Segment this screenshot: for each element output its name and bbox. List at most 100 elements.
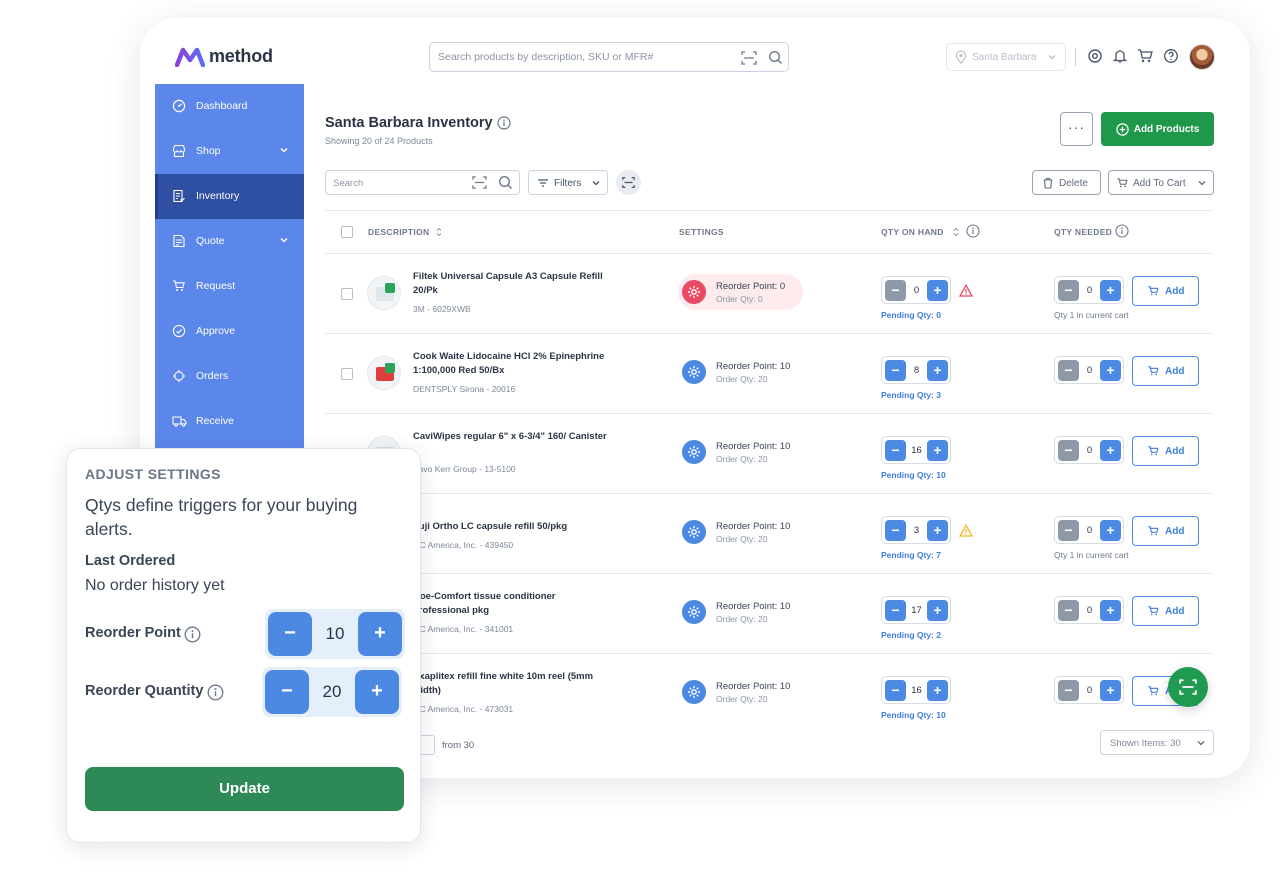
reorder-settings-button[interactable]: Reorder Point: 10 Order Qty: 20 bbox=[678, 514, 803, 550]
product-name[interactable]: Coe-Comfort tissue conditioner professio… bbox=[413, 590, 613, 618]
info-icon[interactable] bbox=[184, 626, 201, 643]
sort-icon[interactable] bbox=[952, 226, 960, 238]
sidebar-item-shop[interactable]: Shop bbox=[155, 129, 304, 174]
reorder-settings-button[interactable]: Reorder Point: 10 Order Qty: 20 bbox=[678, 674, 803, 710]
shown-items-select[interactable]: Shown Items: 30 bbox=[1100, 730, 1214, 755]
product-name[interactable]: Filtek Universal Capsule A3 Capsule Refi… bbox=[413, 270, 613, 298]
decrement-button[interactable]: − bbox=[1058, 440, 1079, 461]
barcode-scan-icon[interactable] bbox=[741, 50, 757, 66]
qty-value[interactable]: 16 bbox=[906, 685, 927, 696]
location-select[interactable]: Santa Barbara bbox=[946, 43, 1066, 71]
product-name[interactable]: CaviWipes regular 6" x 6-3/4" 160/ Canis… bbox=[413, 430, 613, 444]
update-button[interactable]: Update bbox=[85, 767, 404, 811]
decrement-button[interactable]: − bbox=[1058, 360, 1079, 381]
decrement-button[interactable]: − bbox=[885, 280, 906, 301]
add-to-cart-row-button[interactable]: Add bbox=[1132, 436, 1199, 466]
product-name[interactable]: Exaplitex refill fine white 10m reel (5m… bbox=[413, 670, 613, 698]
scan-button[interactable] bbox=[616, 170, 641, 195]
product-name[interactable]: Fuji Ortho LC capsule refill 50/pkg bbox=[413, 520, 613, 534]
qty-value[interactable]: 0 bbox=[1079, 525, 1100, 536]
increment-button[interactable]: + bbox=[927, 520, 948, 541]
product-name[interactable]: Cook Waite Lidocaine HCl 2% Epinephrine … bbox=[413, 350, 613, 378]
reorder-point-value[interactable]: 10 bbox=[312, 624, 358, 644]
user-avatar[interactable] bbox=[1189, 44, 1215, 70]
decrement-button[interactable]: − bbox=[885, 600, 906, 621]
decrement-button[interactable]: − bbox=[885, 680, 906, 701]
sidebar-item-receive[interactable]: Receive bbox=[155, 399, 304, 444]
increment-button[interactable]: + bbox=[1100, 280, 1121, 301]
decrement-button[interactable]: − bbox=[268, 612, 312, 656]
qty-value[interactable]: 16 bbox=[906, 445, 927, 456]
decrement-button[interactable]: − bbox=[885, 520, 906, 541]
qty-value[interactable]: 0 bbox=[906, 285, 927, 296]
increment-button[interactable]: + bbox=[1100, 360, 1121, 381]
select-all-checkbox[interactable] bbox=[341, 226, 353, 238]
decrement-button[interactable]: − bbox=[885, 360, 906, 381]
inventory-search-input[interactable]: Search bbox=[325, 170, 520, 195]
decrement-button[interactable]: − bbox=[265, 670, 309, 714]
increment-button[interactable]: + bbox=[927, 280, 948, 301]
barcode-scan-icon[interactable] bbox=[472, 175, 487, 190]
sidebar-item-request[interactable]: Request bbox=[155, 264, 304, 309]
sidebar-item-inventory[interactable]: Inventory bbox=[155, 174, 304, 219]
decrement-button[interactable]: − bbox=[1058, 600, 1079, 621]
filters-button[interactable]: Filters bbox=[528, 170, 608, 195]
qty-value[interactable]: 8 bbox=[906, 365, 927, 376]
decrement-button[interactable]: − bbox=[1058, 280, 1079, 301]
qty-value[interactable]: 0 bbox=[1079, 445, 1100, 456]
increment-button[interactable]: + bbox=[927, 600, 948, 621]
increment-button[interactable]: + bbox=[927, 680, 948, 701]
info-icon[interactable] bbox=[966, 224, 980, 238]
qty-value[interactable]: 0 bbox=[1079, 285, 1100, 296]
qty-value[interactable]: 0 bbox=[1079, 605, 1100, 616]
qty-value[interactable]: 0 bbox=[1079, 685, 1100, 696]
reorder-quantity-value[interactable]: 20 bbox=[309, 682, 355, 702]
column-qty-on-hand[interactable]: QTY ON HAND bbox=[881, 227, 944, 237]
add-to-cart-row-button[interactable]: Add bbox=[1132, 356, 1199, 386]
sort-icon[interactable] bbox=[435, 226, 443, 238]
decrement-button[interactable]: − bbox=[885, 440, 906, 461]
search-icon[interactable] bbox=[768, 50, 783, 65]
reorder-settings-button[interactable]: Reorder Point: 10 Order Qty: 20 bbox=[678, 354, 803, 390]
add-products-button[interactable]: Add Products bbox=[1101, 112, 1214, 146]
reorder-settings-button[interactable]: Reorder Point: 0 Order Qty: 0 bbox=[678, 274, 803, 310]
increment-button[interactable]: + bbox=[1100, 600, 1121, 621]
decrement-button[interactable]: − bbox=[1058, 520, 1079, 541]
floating-scan-button[interactable] bbox=[1168, 667, 1208, 707]
increment-button[interactable]: + bbox=[1100, 680, 1121, 701]
qty-value[interactable]: 17 bbox=[906, 605, 927, 616]
increment-button[interactable]: + bbox=[927, 360, 948, 381]
info-icon[interactable] bbox=[207, 684, 224, 701]
brand-logo[interactable]: method bbox=[175, 46, 273, 67]
increment-button[interactable]: + bbox=[927, 440, 948, 461]
increment-button[interactable]: + bbox=[355, 670, 399, 714]
increment-button[interactable]: + bbox=[1100, 520, 1121, 541]
sidebar-item-approve[interactable]: Approve bbox=[155, 309, 304, 354]
sidebar-item-orders[interactable]: Orders bbox=[155, 354, 304, 399]
cart-icon[interactable] bbox=[1137, 48, 1154, 64]
increment-button[interactable]: + bbox=[358, 612, 402, 656]
support-icon[interactable] bbox=[1087, 48, 1103, 64]
sidebar-item-quote[interactable]: Quote bbox=[155, 219, 304, 264]
info-icon[interactable] bbox=[1115, 224, 1129, 238]
column-description[interactable]: DESCRIPTION bbox=[368, 227, 429, 237]
info-icon[interactable] bbox=[497, 116, 511, 130]
global-search-input[interactable]: Search products by description, SKU or M… bbox=[429, 42, 789, 72]
row-checkbox[interactable] bbox=[341, 288, 353, 300]
reorder-settings-button[interactable]: Reorder Point: 10 Order Qty: 20 bbox=[678, 594, 803, 630]
bell-icon[interactable] bbox=[1112, 48, 1128, 64]
qty-value[interactable]: 0 bbox=[1079, 365, 1100, 376]
search-icon[interactable] bbox=[498, 175, 513, 190]
row-checkbox[interactable] bbox=[341, 368, 353, 380]
more-options-button[interactable]: ··· bbox=[1060, 112, 1093, 146]
delete-button[interactable]: Delete bbox=[1032, 170, 1101, 195]
add-to-cart-row-button[interactable]: Add bbox=[1132, 516, 1199, 546]
add-to-cart-row-button[interactable]: Add bbox=[1132, 276, 1199, 306]
sidebar-item-dashboard[interactable]: Dashboard bbox=[155, 84, 304, 129]
decrement-button[interactable]: − bbox=[1058, 680, 1079, 701]
add-to-cart-button[interactable]: Add To Cart bbox=[1108, 170, 1214, 195]
reorder-settings-button[interactable]: Reorder Point: 10 Order Qty: 20 bbox=[678, 434, 803, 470]
add-to-cart-row-button[interactable]: Add bbox=[1132, 596, 1199, 626]
qty-value[interactable]: 3 bbox=[906, 525, 927, 536]
increment-button[interactable]: + bbox=[1100, 440, 1121, 461]
